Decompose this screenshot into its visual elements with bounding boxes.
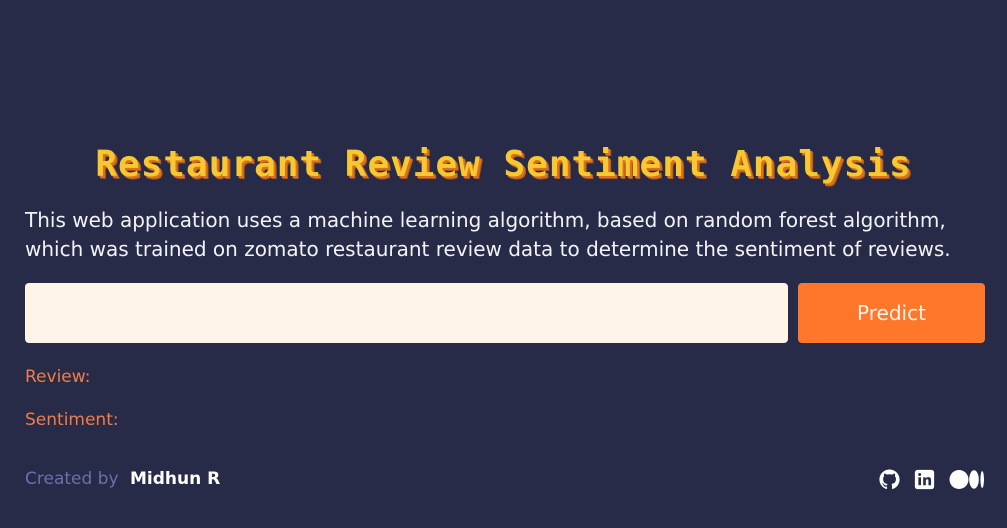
page-title: Restaurant Review Sentiment Analysis xyxy=(95,144,912,185)
author-name: Midhun R xyxy=(129,469,221,489)
created-by-text: Created by xyxy=(25,469,119,489)
predict-button[interactable]: Predict xyxy=(798,283,985,343)
github-link[interactable] xyxy=(879,469,900,490)
medium-icon xyxy=(949,470,984,489)
medium-link[interactable] xyxy=(949,469,985,490)
review-input[interactable] xyxy=(25,283,788,343)
footer-credit: Created by Midhun R xyxy=(25,468,220,490)
github-icon xyxy=(879,469,900,490)
social-links xyxy=(879,469,985,490)
linkedin-icon xyxy=(914,469,935,490)
review-label: Review: xyxy=(25,367,91,387)
sentiment-label: Sentiment: xyxy=(25,410,119,430)
app-description: This web application uses a machine lear… xyxy=(25,208,951,261)
linkedin-link[interactable] xyxy=(914,469,935,490)
